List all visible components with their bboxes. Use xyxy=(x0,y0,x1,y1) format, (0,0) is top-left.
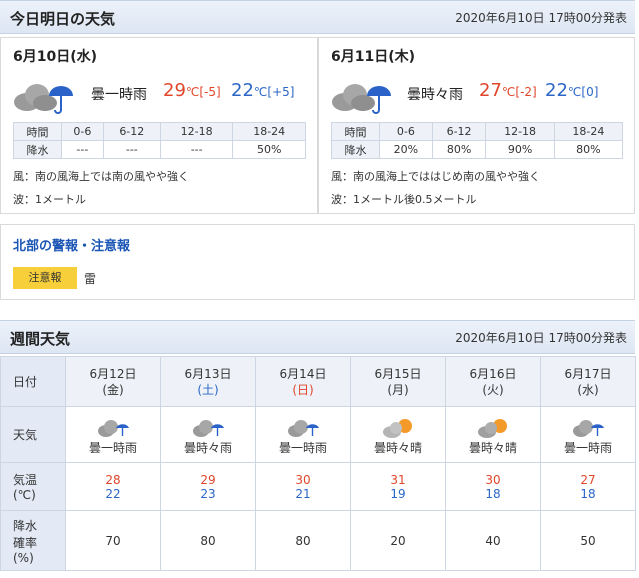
today-section-title: 今日明日の天気 xyxy=(10,10,116,28)
cloud-rain-icon xyxy=(288,420,319,437)
cloud-sun-icon xyxy=(478,419,507,438)
weekly-temp-cell: 27 18 xyxy=(540,462,636,511)
weekly-pop-cell: 80 xyxy=(255,510,351,571)
weekly-temp-cell: 30 21 xyxy=(255,462,351,511)
weekly-issued-time: 2020年6月10日 17時00分発表 xyxy=(455,331,627,345)
row-label-temp: 気温 (℃) xyxy=(0,462,66,511)
weekly-pop-cell: 20 xyxy=(350,510,446,571)
advisory-badge: 注意報 xyxy=(13,267,77,289)
row-label-weather: 天気 xyxy=(0,406,66,463)
weekly-date-cell: 6月12日 (金) xyxy=(65,356,161,407)
day-date: 6月10日(水) xyxy=(13,49,98,65)
weekly-temp-cell: 28 22 xyxy=(65,462,161,511)
weekly-date-cell: 6月17日 (水) xyxy=(540,356,636,407)
weekly-temp-row: 気温 (℃) 28 22 29 23 30 21 31 19 30 18 27 18 xyxy=(0,462,636,511)
temp-low: 22℃[+5] xyxy=(231,80,295,101)
weekly-pop-row: 降水 確率 (%) 70 80 80 20 40 50 xyxy=(0,510,636,571)
temp-low: 22℃[0] xyxy=(545,80,599,101)
wind-forecast: 風：南の風海上では南の風やや強く xyxy=(13,170,189,183)
cloud-rain-icon xyxy=(332,84,391,114)
weekly-date-cell: 6月14日 (日) xyxy=(255,356,351,407)
wave-forecast: 波：1メートル後0.5メートル xyxy=(331,193,477,206)
cloud-rain-icon xyxy=(573,420,604,437)
day-weather-text: 曇時々雨 xyxy=(407,87,463,103)
day-panel-tomorrow: 6月11日(木) 曇時々雨 27℃[-2] 22℃[0] 時間 0-6 6-12… xyxy=(318,37,635,214)
weekly-pop-cell: 80 xyxy=(160,510,256,571)
wind-forecast: 風：南の風海上でははじめ南の風やや強く xyxy=(331,170,540,183)
weekly-date-cell: 6月16日 (火) xyxy=(445,356,541,407)
weekly-date-cell: 6月15日 (月) xyxy=(350,356,446,407)
weekly-weather-row: 天気 曇一時雨 曇時々雨 曇一時雨 曇時々晴 曇時々晴 曇一時雨 xyxy=(0,406,636,463)
weekly-pop-cell: 50 xyxy=(540,510,636,571)
alert-panel: 北部の警報・注意報 注意報 雷 xyxy=(0,224,635,300)
day-weather-text: 曇一時雨 xyxy=(91,87,147,103)
weekly-pop-cell: 40 xyxy=(445,510,541,571)
alert-title-link[interactable]: 北部の警報・注意報 xyxy=(13,235,130,254)
today-section-header: 今日明日の天気 2020年6月10日 17時00分発表 xyxy=(0,0,635,34)
cloud-rain-icon xyxy=(193,420,224,437)
weekly-pop-cell: 70 xyxy=(65,510,161,571)
row-label-pop: 降水 確率 (%) xyxy=(0,510,66,571)
weekly-temp-cell: 29 23 xyxy=(160,462,256,511)
weekly-weather-cell: 曇時々雨 xyxy=(160,406,256,463)
weekly-date-cell: 6月13日 (土) xyxy=(160,356,256,407)
weekly-section-header: 週間天気 2020年6月10日 17時00分発表 xyxy=(0,320,635,354)
weekly-weather-cell: 曇時々晴 xyxy=(350,406,446,463)
cloud-sun-icon xyxy=(383,419,412,438)
weekly-table: 日付 6月12日 (金) 6月13日 (土) 6月14日 (日) 6月15日 (月) 6… xyxy=(0,356,636,571)
weekly-section-title: 週間天気 xyxy=(10,330,71,348)
weekly-temp-cell: 30 18 xyxy=(445,462,541,511)
weekly-weather-cell: 曇時々晴 xyxy=(445,406,541,463)
cloud-rain-icon xyxy=(98,420,129,437)
advisory-type: 雷 xyxy=(84,272,97,286)
cloud-rain-icon xyxy=(14,84,73,114)
day-date: 6月11日(木) xyxy=(331,49,416,65)
wave-forecast: 波：1メートル xyxy=(13,193,86,206)
weekly-weather-cell: 曇一時雨 xyxy=(540,406,636,463)
weekly-weather-cell: 曇一時雨 xyxy=(65,406,161,463)
rain-table: 時間 0-6 6-12 12-18 18-24 降水 20% 80% 90% 8… xyxy=(331,122,624,159)
weekly-weather-cell: 曇一時雨 xyxy=(255,406,351,463)
temp-high: 29℃[-5] xyxy=(163,80,221,101)
rain-table: 時間 0-6 6-12 12-18 18-24 降水 --- --- --- 5… xyxy=(13,122,306,159)
today-issued-time: 2020年6月10日 17時00分発表 xyxy=(455,11,627,25)
weekly-date-row: 日付 6月12日 (金) 6月13日 (土) 6月14日 (日) 6月15日 (月) 6… xyxy=(0,356,636,407)
weekly-temp-cell: 31 19 xyxy=(350,462,446,511)
row-label-date: 日付 xyxy=(0,356,66,407)
temp-high: 27℃[-2] xyxy=(479,80,537,101)
day-panel-today: 6月10日(水) 曇一時雨 29℃[-5] 22℃[+5] 時間 0-6 6-1… xyxy=(0,37,318,214)
